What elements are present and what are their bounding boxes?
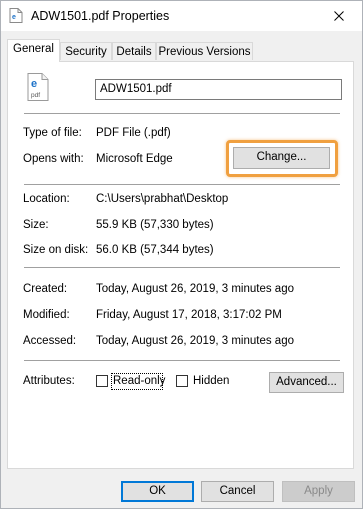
location-label: Location: [23, 193, 70, 205]
properties-dialog: e ADW1501.pdf Properties General Securit… [0, 0, 363, 509]
tab-security[interactable]: Security [60, 42, 112, 60]
apply-button[interactable]: Apply [282, 481, 355, 502]
advanced-button-label: Advanced... [276, 376, 337, 388]
size-label: Size: [23, 219, 49, 231]
hidden-checkbox[interactable] [176, 375, 188, 387]
change-button[interactable]: Change... [233, 147, 330, 169]
created-label: Created: [23, 283, 68, 295]
tab-details[interactable]: Details [112, 42, 156, 60]
readonly-label[interactable]: Read-only [113, 375, 165, 387]
divider [24, 360, 340, 361]
size-on-disk-value: 56.0 KB (57,344 bytes) [96, 244, 214, 256]
opens-with-value: Microsoft Edge [96, 153, 173, 165]
pdf-edge-file-icon: e pdf [27, 73, 49, 101]
advanced-button[interactable]: Advanced... [269, 372, 344, 393]
window-title: ADW1501.pdf Properties [31, 9, 170, 23]
accessed-label: Accessed: [23, 335, 77, 347]
divider [24, 113, 340, 114]
close-icon [334, 11, 344, 21]
created-value: Today, August 26, 2019, 3 minutes ago [96, 283, 294, 295]
svg-text:pdf: pdf [31, 92, 40, 99]
accessed-value: Today, August 26, 2019, 3 minutes ago [96, 335, 294, 347]
type-of-file-label: Type of file: [23, 127, 82, 139]
pdf-file-icon: e [9, 8, 23, 23]
general-panel: e pdf ADW1501.pdf Type of file: PDF File… [7, 61, 354, 469]
apply-button-label: Apply [304, 485, 333, 497]
ok-button-label: OK [149, 485, 166, 497]
attributes-label: Attributes: [23, 375, 75, 387]
divider [24, 184, 340, 185]
close-button[interactable] [316, 1, 362, 31]
type-of-file-value: PDF File (.pdf) [96, 127, 171, 139]
location-value: C:\Users\prabhat\Desktop [96, 193, 229, 205]
readonly-checkbox[interactable] [96, 375, 108, 387]
svg-text:e: e [12, 14, 16, 21]
tab-previous-versions[interactable]: Previous Versions [156, 42, 253, 60]
filename-field[interactable]: ADW1501.pdf [95, 79, 342, 100]
opens-with-label: Opens with: [23, 153, 84, 165]
svg-text:e: e [31, 78, 37, 90]
change-button-label: Change... [256, 151, 307, 163]
title-bar: e ADW1501.pdf Properties [1, 1, 362, 31]
divider [24, 267, 340, 268]
size-on-disk-label: Size on disk: [23, 244, 89, 256]
cancel-button[interactable]: Cancel [201, 481, 274, 502]
hidden-label[interactable]: Hidden [193, 375, 229, 387]
modified-label: Modified: [23, 309, 70, 321]
ok-button[interactable]: OK [121, 481, 194, 502]
cancel-button-label: Cancel [219, 485, 256, 497]
modified-value: Friday, August 17, 2018, 3:17:02 PM [96, 309, 282, 321]
size-value: 55.9 KB (57,330 bytes) [96, 219, 214, 231]
tab-general[interactable]: General [7, 39, 60, 62]
